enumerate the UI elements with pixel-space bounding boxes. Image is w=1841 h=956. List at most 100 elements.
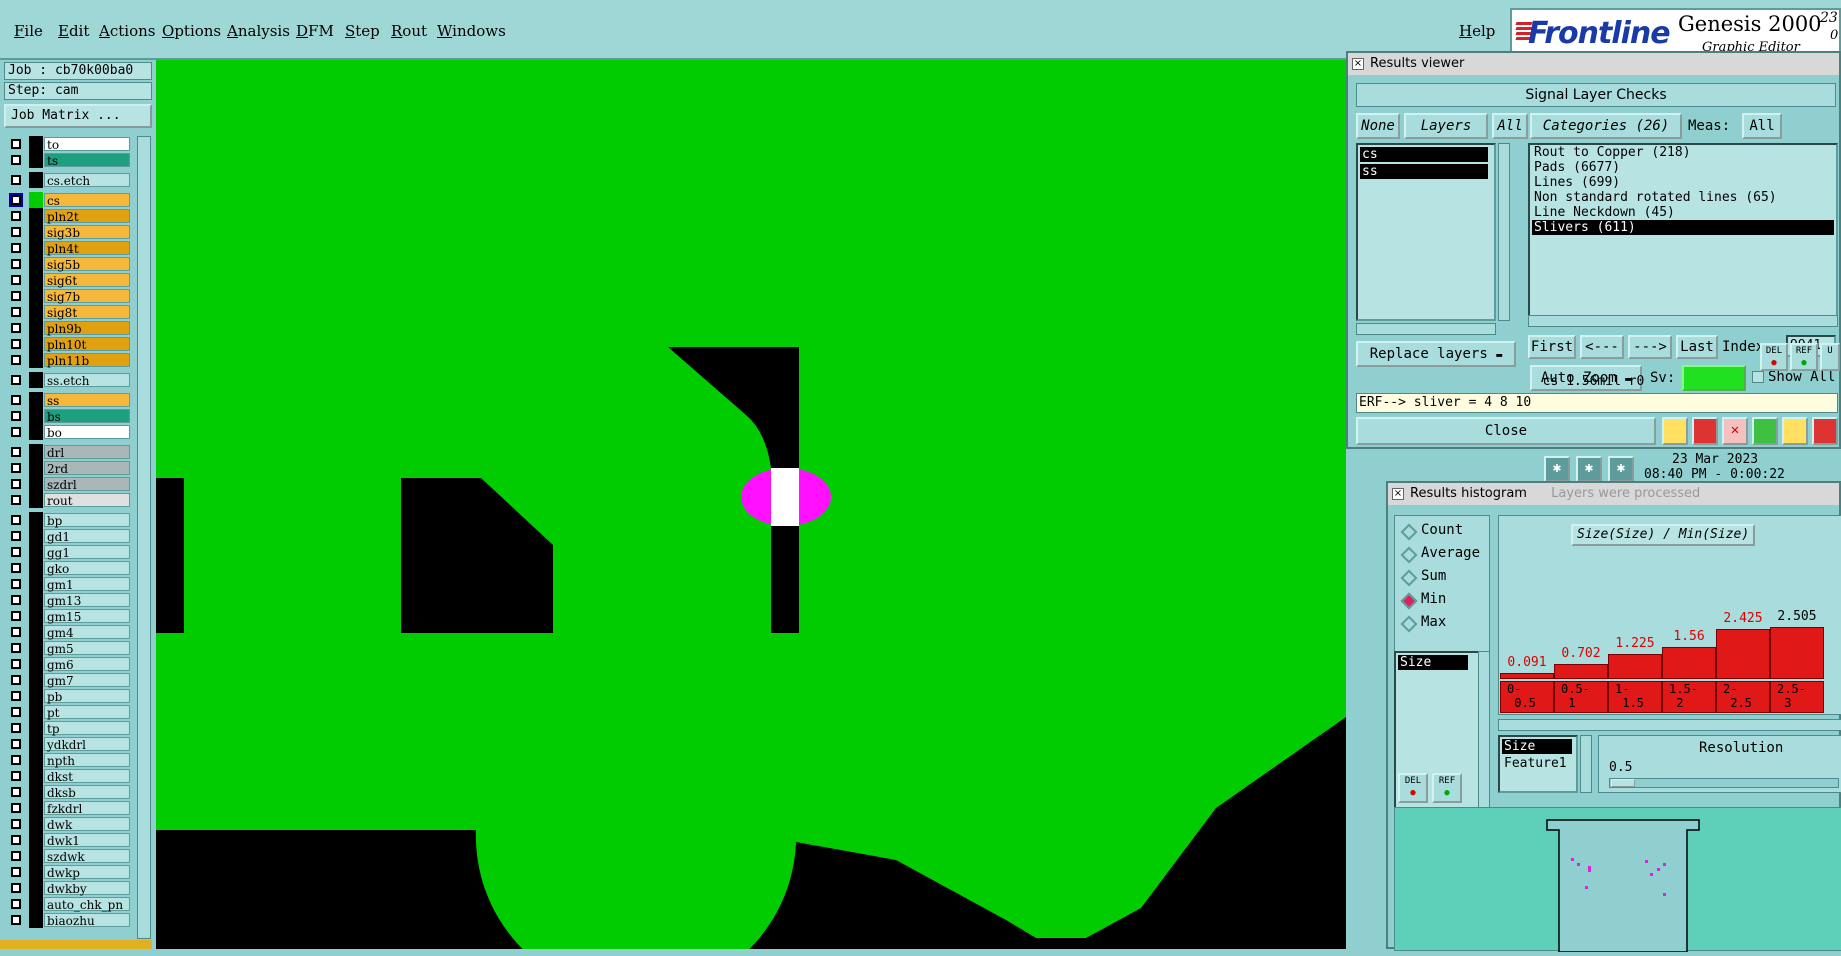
layer-color-swatch[interactable] xyxy=(29,272,43,288)
layer-name[interactable]: sig3b xyxy=(44,225,130,240)
layer-checkbox[interactable] xyxy=(11,563,21,573)
layer-color-swatch[interactable] xyxy=(29,320,43,336)
layer-checkbox[interactable] xyxy=(11,883,21,893)
first-button[interactable]: First xyxy=(1528,335,1576,359)
category-item[interactable]: Rout to Copper (218) xyxy=(1532,145,1834,160)
layer-color-swatch[interactable] xyxy=(29,172,43,188)
layer-color-swatch[interactable] xyxy=(29,336,43,352)
layer-color-swatch[interactable] xyxy=(29,832,43,848)
layer-checkbox[interactable] xyxy=(11,447,21,457)
layer-color-swatch[interactable] xyxy=(29,704,43,720)
layer-color-swatch[interactable] xyxy=(29,752,43,768)
layer-row-dwkp[interactable]: dwkp xyxy=(6,864,132,880)
layer-name[interactable]: gm1 xyxy=(44,577,130,592)
runner-icon-2[interactable]: ✱ xyxy=(1576,456,1602,482)
histogram-bar[interactable] xyxy=(1770,627,1824,679)
layer-row-drl[interactable]: drl xyxy=(6,444,132,460)
feature-listbox[interactable]: Size Feature1 xyxy=(1498,735,1578,793)
menu-dfm[interactable]: DFM xyxy=(296,22,334,40)
layer-name[interactable]: dwk1 xyxy=(44,833,130,848)
layer-row-sig8t[interactable]: sig8t xyxy=(6,304,132,320)
layer-name[interactable]: gm5 xyxy=(44,641,130,656)
menu-edit[interactable]: Edit xyxy=(58,22,89,40)
layer-checkbox[interactable] xyxy=(11,479,21,489)
layer-checkbox[interactable] xyxy=(11,175,21,185)
layer-row-sig6t[interactable]: sig6t xyxy=(6,272,132,288)
layer-row-gm6[interactable]: gm6 xyxy=(6,656,132,672)
layer-color-swatch[interactable] xyxy=(29,576,43,592)
layer-row-gko[interactable]: gko xyxy=(6,560,132,576)
layer-row-pln4t[interactable]: pln4t xyxy=(6,240,132,256)
menu-file[interactable]: File xyxy=(14,22,43,40)
layer-name[interactable]: ts xyxy=(44,153,130,168)
layer-row-dwkby[interactable]: dwkby xyxy=(6,880,132,896)
graphic-canvas[interactable] xyxy=(156,60,1346,949)
layer-name[interactable]: dwkby xyxy=(44,881,130,896)
histogram-ref-button[interactable]: REF ● xyxy=(1432,773,1462,803)
layer-name[interactable]: gg1 xyxy=(44,545,130,560)
resolution-slider[interactable] xyxy=(1609,778,1839,788)
layer-name[interactable]: szdwk xyxy=(44,849,130,864)
board-preview[interactable] xyxy=(1394,807,1841,953)
layer-color-swatch[interactable] xyxy=(29,224,43,240)
menu-windows[interactable]: Windows xyxy=(437,22,506,40)
layer-checkbox[interactable] xyxy=(11,307,21,317)
layer-checkbox[interactable] xyxy=(11,771,21,781)
layer-row-sig7b[interactable]: sig7b xyxy=(6,288,132,304)
layer-name[interactable]: npth xyxy=(44,753,130,768)
layer-name[interactable]: pt xyxy=(44,705,130,720)
layer-color-swatch[interactable] xyxy=(29,736,43,752)
layer-list-hscrollbar[interactable] xyxy=(1356,323,1496,335)
layer-color-swatch[interactable] xyxy=(29,608,43,624)
layer-checkbox[interactable] xyxy=(11,243,21,253)
layer-color-swatch[interactable] xyxy=(29,816,43,832)
layer-checkbox[interactable] xyxy=(11,627,21,637)
layer-row-gm7[interactable]: gm7 xyxy=(6,672,132,688)
layer-color-swatch[interactable] xyxy=(29,256,43,272)
category-listbox[interactable]: Rout to Copper (218) Pads (6677) Lines (69… xyxy=(1528,143,1838,321)
layer-row-pt[interactable]: pt xyxy=(6,704,132,720)
layer-color-swatch[interactable] xyxy=(29,152,43,168)
layer-checkbox[interactable] xyxy=(11,611,21,621)
layer-row-npth[interactable]: npth xyxy=(6,752,132,768)
layer-color-swatch[interactable] xyxy=(29,476,43,492)
layer-checkbox[interactable] xyxy=(11,835,21,845)
layer-row-bs[interactable]: bs xyxy=(6,408,132,424)
histogram-bin-label[interactable]: 2.5- 3 xyxy=(1770,681,1824,713)
report-icon[interactable] xyxy=(1782,417,1808,445)
histogram-bar[interactable] xyxy=(1554,664,1608,679)
layer-row-gg1[interactable]: gg1 xyxy=(6,544,132,560)
layer-list-scrollbar[interactable] xyxy=(1498,143,1510,321)
radio-icon[interactable] xyxy=(1400,569,1418,587)
replace-layers-dropdown[interactable]: Replace layers ▬ xyxy=(1356,341,1516,367)
layer-list-item[interactable]: ss xyxy=(1360,164,1488,179)
layer-checkbox[interactable] xyxy=(11,515,21,525)
layer-checkbox[interactable] xyxy=(11,411,21,421)
histogram-bin-label[interactable]: 0.5- 1 xyxy=(1554,681,1608,713)
category-item[interactable]: Non standard rotated lines (65) xyxy=(1532,190,1834,205)
histogram-bar[interactable] xyxy=(1608,653,1662,679)
layer-row-dwk[interactable]: dwk xyxy=(6,816,132,832)
all-layers-button[interactable]: All xyxy=(1492,113,1528,139)
layer-color-swatch[interactable] xyxy=(29,372,43,388)
layer-row-gm4[interactable]: gm4 xyxy=(6,624,132,640)
layer-row-dwk1[interactable]: dwk1 xyxy=(6,832,132,848)
layer-color-swatch[interactable] xyxy=(29,848,43,864)
category-hscrollbar[interactable] xyxy=(1528,315,1838,327)
layer-color-swatch[interactable] xyxy=(29,408,43,424)
layer-color-swatch[interactable] xyxy=(29,896,43,912)
field-list-item[interactable]: Size xyxy=(1398,655,1468,670)
layer-row-gd1[interactable]: gd1 xyxy=(6,528,132,544)
layer-color-swatch[interactable] xyxy=(29,208,43,224)
layer-checkbox[interactable] xyxy=(11,259,21,269)
feature-list-item[interactable]: Feature1 xyxy=(1502,756,1574,771)
layer-row-sig5b[interactable]: sig5b xyxy=(6,256,132,272)
layer-checkbox[interactable] xyxy=(11,659,21,669)
next-button[interactable]: ---> xyxy=(1628,335,1672,359)
radio-icon[interactable] xyxy=(1400,615,1418,633)
layer-color-swatch[interactable] xyxy=(29,800,43,816)
layer-color-swatch[interactable] xyxy=(29,492,43,508)
layer-color-swatch[interactable] xyxy=(29,352,43,368)
layer-name[interactable]: sig7b xyxy=(44,289,130,304)
sort-icon[interactable] xyxy=(1662,417,1688,445)
